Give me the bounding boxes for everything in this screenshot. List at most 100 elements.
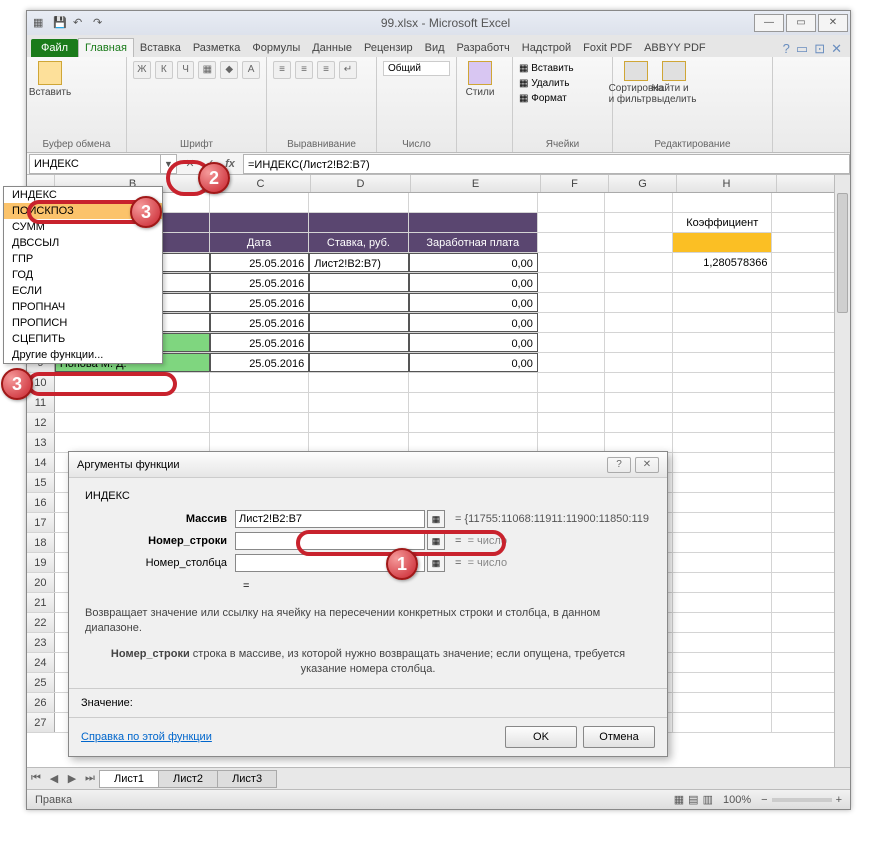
row-header[interactable]: 13	[27, 433, 55, 452]
row-header[interactable]: 25	[27, 673, 55, 692]
tab-home[interactable]: Главная	[78, 38, 134, 57]
cell[interactable]	[409, 213, 538, 232]
dropdown-item[interactable]: ДВССЫЛ	[4, 235, 162, 251]
row-header[interactable]: 26	[27, 693, 55, 712]
tab-file[interactable]: Файл	[31, 39, 78, 57]
view-layout-icon[interactable]: ▤	[688, 793, 698, 806]
sheet-nav-first-icon[interactable]: ⏮	[27, 772, 45, 785]
wrap-icon[interactable]: ↵	[339, 61, 357, 79]
name-box[interactable]: ИНДЕКС ▼	[29, 154, 177, 174]
help-icon[interactable]: ?	[783, 41, 790, 57]
cell[interactable]	[673, 273, 772, 292]
arg1-input[interactable]	[235, 510, 425, 528]
cell[interactable]: 0,00	[409, 293, 538, 312]
cell[interactable]	[673, 573, 772, 592]
cell[interactable]	[309, 213, 408, 232]
cell[interactable]	[605, 353, 673, 372]
cell[interactable]	[309, 273, 408, 292]
dropdown-item[interactable]: ГОД	[4, 267, 162, 283]
tab-view[interactable]: Вид	[419, 39, 451, 57]
cell[interactable]	[538, 273, 606, 292]
cell[interactable]	[409, 373, 538, 392]
cell[interactable]	[673, 193, 772, 212]
cell[interactable]	[309, 413, 408, 432]
cell[interactable]	[538, 353, 606, 372]
cell[interactable]	[605, 273, 673, 292]
cancel-formula-icon[interactable]: ✕	[181, 155, 199, 173]
cell[interactable]	[673, 293, 772, 312]
maximize-button[interactable]: ▭	[786, 14, 816, 32]
find-select-button[interactable]: Найти и выделить	[657, 61, 691, 105]
cell[interactable]	[673, 353, 772, 372]
cell[interactable]	[605, 253, 673, 272]
dropdown-item[interactable]: ПРОПНАЧ	[4, 299, 162, 315]
row-header[interactable]: 27	[27, 713, 55, 732]
cell[interactable]: 0,00	[409, 253, 538, 272]
cell[interactable]: 0,00	[409, 333, 538, 352]
row-header[interactable]: 15	[27, 473, 55, 492]
cell[interactable]	[538, 333, 606, 352]
cell[interactable]	[210, 433, 309, 452]
format-cells-button[interactable]: ▦ Формат	[519, 91, 606, 106]
cell[interactable]	[673, 633, 772, 652]
align-left-icon[interactable]: ≡	[273, 61, 291, 79]
cell[interactable]	[673, 473, 772, 492]
row-header[interactable]: 23	[27, 633, 55, 652]
cell[interactable]	[673, 513, 772, 532]
row-header[interactable]: 21	[27, 593, 55, 612]
cell[interactable]: 0,00	[409, 273, 538, 292]
cell[interactable]	[673, 613, 772, 632]
dialog-help-icon[interactable]: ?	[607, 457, 631, 473]
tab-insert[interactable]: Вставка	[134, 39, 187, 57]
cell[interactable]	[673, 393, 772, 412]
row-header[interactable]: 18	[27, 533, 55, 552]
name-box-dropdown-icon[interactable]: ▼	[160, 155, 176, 173]
arg3-ref-icon[interactable]: ▦	[427, 554, 445, 572]
row-header[interactable]: 17	[27, 513, 55, 532]
cell[interactable]	[538, 233, 606, 252]
ok-button[interactable]: OK	[505, 726, 577, 748]
cell[interactable]	[309, 433, 408, 452]
row-header[interactable]: 20	[27, 573, 55, 592]
cell[interactable]	[673, 433, 772, 452]
col-header[interactable]: D	[311, 175, 411, 192]
dropdown-item[interactable]: ЕСЛИ	[4, 283, 162, 299]
arg2-ref-icon[interactable]: ▦	[427, 532, 445, 550]
cell[interactable]	[409, 193, 538, 212]
cell[interactable]	[538, 193, 606, 212]
cell[interactable]: 25.05.2016	[210, 273, 309, 292]
cell[interactable]: Коэффициент	[673, 213, 772, 232]
row-header[interactable]: 14	[27, 453, 55, 472]
cancel-button[interactable]: Отмена	[583, 726, 655, 748]
cell[interactable]	[409, 433, 538, 452]
cell[interactable]	[309, 293, 408, 312]
sheet-nav-last-icon[interactable]: ⏭	[81, 772, 99, 785]
fill-icon[interactable]: ◆	[220, 61, 238, 79]
tab-addins[interactable]: Надстрой	[516, 39, 577, 57]
view-normal-icon[interactable]: ▦	[674, 793, 684, 806]
cell[interactable]: 1,280578366	[673, 253, 772, 272]
cell[interactable]	[309, 353, 408, 372]
cell[interactable]	[673, 713, 772, 732]
border-icon[interactable]: ▦	[198, 61, 216, 79]
sheet-tab-3[interactable]: Лист3	[217, 770, 277, 788]
col-header[interactable]: F	[541, 175, 609, 192]
row-header[interactable]: 11	[27, 393, 55, 412]
sheet-tab-1[interactable]: Лист1	[99, 770, 159, 788]
bold-icon[interactable]: Ж	[133, 61, 151, 79]
cell[interactable]	[605, 393, 673, 412]
cell[interactable]	[538, 293, 606, 312]
cell[interactable]: 25.05.2016	[210, 313, 309, 332]
redo-icon[interactable]: ↷	[93, 16, 107, 30]
cell[interactable]	[55, 393, 210, 412]
cell[interactable]	[210, 373, 309, 392]
cell[interactable]	[605, 293, 673, 312]
cell[interactable]	[538, 393, 606, 412]
cell[interactable]	[605, 413, 673, 432]
tab-dev[interactable]: Разработч	[451, 39, 516, 57]
delete-cells-button[interactable]: ▦ Удалить	[519, 76, 606, 91]
cell[interactable]	[538, 433, 606, 452]
sheet-nav-prev-icon[interactable]: ◀	[45, 772, 63, 785]
col-header[interactable]: G	[609, 175, 677, 192]
row-header[interactable]: 16	[27, 493, 55, 512]
